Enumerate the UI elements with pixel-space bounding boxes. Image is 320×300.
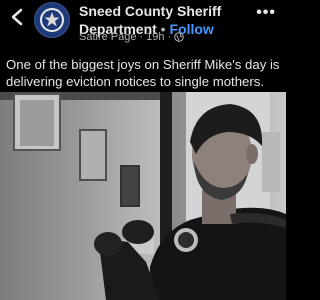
page-name[interactable]: Sneed County Sheriff	[79, 2, 249, 20]
post-time[interactable]: 19h	[146, 31, 164, 43]
sheriff-star-icon	[40, 8, 64, 32]
page-avatar[interactable]	[34, 2, 70, 38]
post-meta: Satire Page · 19h ·	[79, 31, 184, 43]
meta-dot: ·	[139, 31, 144, 43]
more-options-icon[interactable]: •••	[256, 5, 276, 21]
post-header: Sneed County Sheriff Department • Follow…	[0, 0, 286, 52]
post-caption: One of the biggest joys on Sheriff Mike'…	[6, 57, 280, 89]
photo-illustration	[0, 92, 286, 300]
meta-dot-2: ·	[167, 31, 172, 43]
satire-page-label: Satire Page	[79, 31, 137, 43]
back-arrow-icon[interactable]	[6, 6, 28, 28]
post-photo[interactable]	[0, 92, 286, 300]
globe-icon	[174, 32, 184, 42]
